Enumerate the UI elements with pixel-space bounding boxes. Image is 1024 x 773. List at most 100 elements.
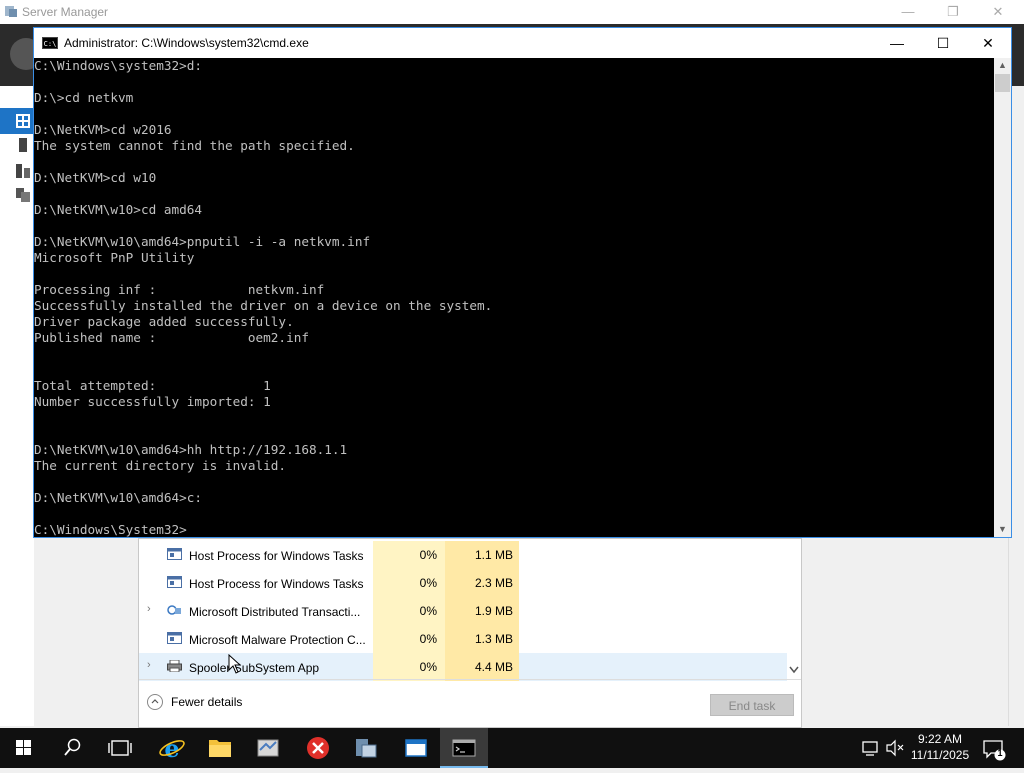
svg-text:e: e <box>164 734 179 763</box>
cmd-scrollbar-thumb[interactable] <box>995 74 1010 92</box>
cmd-window[interactable]: C:\ Administrator: C:\Windows\system32\c… <box>33 27 1012 538</box>
task-view-icon <box>108 740 132 756</box>
windows-logo-icon <box>16 740 31 755</box>
process-list-scrollbar[interactable] <box>787 539 801 679</box>
process-cpu: 0% <box>373 597 445 625</box>
process-name: Microsoft Distributed Transacti... <box>189 605 361 619</box>
cmd-close-button[interactable]: ✕ <box>965 28 1011 58</box>
local-server-icon[interactable] <box>16 138 30 152</box>
cmd-line: D:\NetKVM\w10\amd64>hh http://192.168.1.… <box>34 442 348 457</box>
taskbar: e 9:22 AM 11/11/2025 1 <box>0 728 1024 768</box>
fewer-details-label: Fewer details <box>171 695 243 709</box>
taskbar-internet-explorer[interactable]: e <box>148 728 196 768</box>
process-memory: 1.1 MB <box>445 541 519 569</box>
process-cpu: 0% <box>373 541 445 569</box>
cmd-line <box>34 474 994 490</box>
cmd-line: Processing inf : netkvm.inf <box>34 282 325 297</box>
process-icon <box>167 576 182 588</box>
cmd-line: Total attempted: 1 <box>34 378 271 393</box>
process-row[interactable]: Host Process for Windows Tasks 0% 2.3 MB <box>139 569 787 597</box>
cmd-line: D:\NetKVM>cd w2016 <box>34 122 172 137</box>
process-row[interactable]: Microsoft Malware Protection C... 0% 1.3… <box>139 625 787 653</box>
server-manager-minimize-button[interactable]: — <box>893 2 923 22</box>
distributed-transaction-icon <box>167 605 181 615</box>
cmd-titlebar[interactable]: C:\ Administrator: C:\Windows\system32\c… <box>34 28 1011 58</box>
process-icon <box>167 548 182 560</box>
chevron-up-icon <box>147 694 163 710</box>
cmd-line <box>34 154 994 170</box>
task-manager-window: Host Process for Windows Tasks 0% 1.1 MB… <box>138 538 802 728</box>
end-task-button[interactable]: End task <box>710 694 794 716</box>
server-manager-close-button[interactable]: ✕ <box>983 2 1013 22</box>
network-icon[interactable] <box>860 728 882 768</box>
scroll-up-icon[interactable]: ▲ <box>994 58 1011 72</box>
taskbar-server-manager[interactable] <box>342 728 390 768</box>
cmd-line <box>34 346 994 362</box>
process-cpu: 0% <box>373 653 445 681</box>
cmd-line <box>34 218 994 234</box>
expand-chevron-icon[interactable]: › <box>147 659 151 671</box>
cmd-line <box>34 426 994 442</box>
cmd-line: The current directory is invalid. <box>34 458 287 473</box>
cmd-line <box>34 410 994 426</box>
red-x-icon <box>307 737 329 759</box>
process-name: Host Process for Windows Tasks <box>189 549 364 563</box>
taskbar-command-prompt[interactable] <box>440 728 488 768</box>
cmd-line: Number successfully imported: 1 <box>34 394 271 409</box>
folder-icon <box>209 740 231 757</box>
process-memory: 2.3 MB <box>445 569 519 597</box>
printer-icon <box>167 660 182 672</box>
cmd-line <box>34 74 994 90</box>
server-manager-sidebar <box>0 86 34 726</box>
cmd-line: D:\NetKVM\w10>cd amd64 <box>34 202 203 217</box>
taskbar-task-manager[interactable] <box>392 728 440 768</box>
scroll-down-icon[interactable]: ▼ <box>994 522 1011 536</box>
clock-time: 9:22 AM <box>917 732 963 746</box>
cmd-line: D:\NetKVM\w10\amd64>pnputil -i -a netkvm… <box>34 234 371 249</box>
server-tool-icon <box>257 739 279 757</box>
system-clock[interactable]: 9:22 AM 11/11/2025 <box>908 731 972 763</box>
process-memory: 4.4 MB <box>445 653 519 681</box>
task-manager-footer: Fewer details End task <box>139 679 801 728</box>
expand-chevron-icon[interactable]: › <box>147 603 151 615</box>
search-icon <box>64 738 81 756</box>
taskbar-server-tool[interactable] <box>244 728 292 768</box>
all-servers-icon[interactable] <box>16 164 30 178</box>
start-button[interactable] <box>0 728 48 768</box>
process-memory: 1.3 MB <box>445 625 519 653</box>
process-name: Microsoft Malware Protection C... <box>189 633 366 647</box>
process-row[interactable]: Host Process for Windows Tasks 0% 1.1 MB <box>139 541 787 569</box>
notification-count: 1 <box>997 748 1003 758</box>
cmd-minimize-button[interactable]: — <box>874 28 920 58</box>
server-manager-icon <box>5 6 17 17</box>
server-manager-restore-button[interactable]: ❐ <box>938 2 968 22</box>
dashboard-icon <box>16 114 30 128</box>
cmd-line <box>34 506 994 522</box>
fewer-details-button[interactable]: Fewer details <box>147 694 242 710</box>
cmd-line: D:\NetKVM\w10\amd64>c: <box>34 490 203 505</box>
volume-muted-icon[interactable] <box>884 728 906 768</box>
cmd-maximize-button[interactable]: ☐ <box>920 28 966 58</box>
cmd-line: Published name : oem2.inf <box>34 330 309 345</box>
process-name: Spooler SubSystem App <box>189 661 320 675</box>
file-storage-icon[interactable] <box>16 188 30 202</box>
action-center-button[interactable]: 1 <box>980 728 1006 768</box>
sidebar-item-dashboard[interactable] <box>0 108 34 134</box>
taskbar-red-app[interactable] <box>294 728 342 768</box>
clock-date: 11/11/2025 <box>910 748 970 762</box>
cmd-icon: C:\ <box>42 37 58 49</box>
cmd-line <box>34 186 994 202</box>
server-manager-icon <box>356 739 377 758</box>
cmd-line: C:\Windows\system32>d: <box>34 58 203 73</box>
taskbar-file-explorer[interactable] <box>196 728 244 768</box>
cmd-output[interactable]: C:\Windows\system32>d: D:\>cd netkvm D:\Ne… <box>34 58 994 538</box>
process-row[interactable]: › Microsoft Distributed Transacti... 0% … <box>139 597 787 625</box>
task-view-button[interactable] <box>96 728 144 768</box>
server-manager-title: Server Manager <box>22 5 109 19</box>
command-prompt-icon <box>452 739 476 757</box>
search-button[interactable] <box>48 728 96 768</box>
cmd-scrollbar[interactable]: ▲ ▼ <box>994 58 1011 537</box>
process-name: Host Process for Windows Tasks <box>189 577 364 591</box>
server-manager-titlebar: Server Manager — ❐ ✕ <box>0 0 1024 24</box>
process-memory: 1.9 MB <box>445 597 519 625</box>
